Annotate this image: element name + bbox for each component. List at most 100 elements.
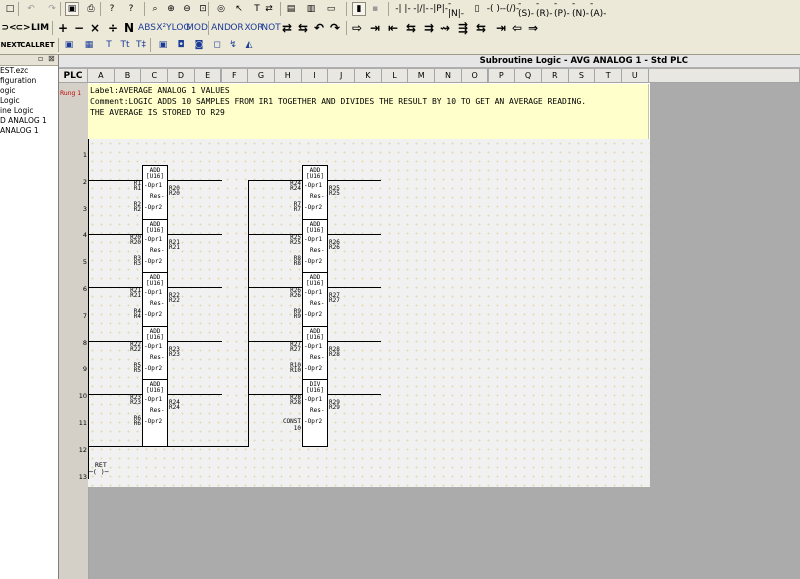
split-button[interactable]: ▥ [304, 2, 318, 16]
row-number: 9 [82, 365, 87, 374]
res-pin: Res- [310, 246, 325, 254]
save-button[interactable]: ▣ [65, 2, 79, 16]
function-button[interactable]: − [72, 21, 86, 35]
block-type: [U16] [145, 333, 165, 341]
tree-item[interactable]: ine Logic [0, 106, 58, 116]
new-file-button[interactable]: □ [3, 2, 17, 16]
mode-button[interactable]: ▭ [324, 2, 338, 16]
compare-op-button[interactable]: ⊃< [1, 21, 16, 35]
function-button[interactable]: OR [230, 21, 244, 35]
opr2-value: 10 [293, 425, 301, 433]
column-header-filler [648, 69, 800, 83]
function-button[interactable]: X²Y [155, 21, 173, 35]
function-button[interactable]: ◘ [174, 38, 188, 52]
program-flow-button[interactable]: NEXT [1, 38, 22, 52]
function-button[interactable]: ⇦ [510, 21, 524, 35]
rung-comment[interactable]: Label:AVERAGE ANALOG 1 VALUES Comment:LO… [88, 84, 649, 140]
function-button[interactable]: ⇉ [422, 21, 436, 35]
function-button[interactable]: ⇒ [526, 21, 540, 35]
function-button[interactable]: ⇄ [280, 21, 294, 35]
function-button[interactable]: ⇥ [368, 21, 382, 35]
function-button[interactable]: ▣ [62, 38, 76, 52]
compile-button[interactable]: ◎ [214, 2, 228, 16]
close-icon[interactable]: ⊠ [48, 54, 55, 63]
function-button[interactable]: ↷ [328, 21, 342, 35]
function-button[interactable]: ↯ [226, 38, 240, 52]
context-help-button[interactable]: ? [124, 2, 138, 16]
column-header: O [461, 69, 489, 83]
compare-op-button[interactable]: LIM [31, 21, 49, 35]
function-button[interactable]: + [56, 21, 70, 35]
help-button[interactable]: ? [105, 2, 119, 16]
tree-header: ▫ ⊠ [0, 54, 58, 66]
function-button[interactable]: ABS [138, 21, 156, 35]
tree-item[interactable]: ANALOG 1 [0, 126, 58, 136]
sim-button[interactable]: ▪ [368, 2, 382, 16]
coil-n-button[interactable]: -(N)- [572, 0, 590, 19]
program-flow-button[interactable]: RET [40, 38, 55, 52]
coil-a-button[interactable]: -(A)- [590, 0, 608, 19]
tree-item[interactable]: EST.ezc [0, 66, 58, 76]
program-flow-button[interactable]: CALL [20, 38, 39, 52]
function-button[interactable]: ⇥ [494, 21, 508, 35]
print-button[interactable]: ⎙ [84, 2, 98, 16]
label-button[interactable]: ▤ [284, 2, 298, 16]
restore-icon[interactable]: ▫ [38, 54, 43, 63]
function-button[interactable]: T [102, 38, 116, 52]
tree-item[interactable]: Logic [0, 96, 58, 106]
res-pin: Res- [150, 353, 165, 361]
function-button[interactable]: N [122, 21, 136, 35]
function-button[interactable]: Tt [118, 38, 132, 52]
editor-title: Subroutine Logic - AVG ANALOG 1 - Std PL… [59, 55, 800, 68]
opr1-value: R23 [130, 399, 141, 407]
tree-item[interactable]: figuration [0, 76, 58, 86]
column-header: M [408, 69, 436, 83]
contact-no-button[interactable]: -| |- [394, 2, 412, 16]
function-button[interactable]: ▦ [82, 38, 96, 52]
contact-n-button[interactable]: -|N|- [448, 0, 466, 19]
monitor-button[interactable]: ▮ [352, 2, 366, 16]
opr1-pin: -Opr1 [144, 342, 163, 350]
return-coil[interactable]: ─( )─ [89, 468, 109, 476]
function-button[interactable]: ◙ [192, 38, 206, 52]
function-button[interactable]: XOR [245, 21, 264, 35]
zoom-button[interactable]: ⌕ [148, 2, 162, 16]
function-button[interactable]: ◻ [210, 38, 224, 52]
tree-item[interactable]: D ANALOG 1 [0, 116, 58, 126]
function-button[interactable]: ◭ [242, 38, 256, 52]
function-button[interactable]: ⇆ [404, 21, 418, 35]
function-button[interactable]: ⇆ [474, 21, 488, 35]
res-value: R27 [329, 297, 340, 305]
coil-p-button[interactable]: -(P)- [554, 0, 572, 19]
undo-button[interactable]: ↶ [24, 2, 38, 16]
rung-label: Rung 1 [60, 90, 82, 97]
function-button[interactable]: ↶ [312, 21, 326, 35]
function-button[interactable]: ▣ [156, 38, 170, 52]
function-button[interactable]: × [88, 21, 102, 35]
coil-set-button[interactable]: -(S)- [518, 0, 536, 19]
function-block[interactable]: ADD [U16] -Opr1 Res- -Opr2 [142, 379, 168, 448]
rung-button[interactable]: ⇄ [262, 2, 276, 16]
function-button[interactable]: ⇨ [350, 21, 364, 35]
zoom-in-button[interactable]: ⊕ [164, 2, 178, 16]
compare-op-button[interactable]: ⊂> [15, 21, 30, 35]
function-button[interactable]: ⇤ [386, 21, 400, 35]
function-button[interactable]: ⇝ [438, 21, 452, 35]
function-button[interactable]: ÷ [106, 21, 120, 35]
select-button[interactable]: ↖ [232, 2, 246, 16]
function-button[interactable]: ⇶ [456, 21, 470, 35]
function-button[interactable]: MOD [186, 21, 208, 35]
function-button[interactable]: ⇆ [296, 21, 310, 35]
tree-item[interactable]: ogic [0, 86, 58, 96]
contact-nc-button[interactable]: -|/|- [412, 2, 430, 16]
redo-button[interactable]: ↷ [45, 2, 59, 16]
function-button[interactable]: AND [211, 21, 231, 35]
compare-button[interactable]: ▯ [470, 2, 484, 16]
opr2-value: R7 [293, 206, 301, 213]
function-button[interactable]: T‡ [134, 38, 148, 52]
function-block[interactable]: DIV [U16] -Opr1 Res- -Opr2 [302, 379, 328, 448]
function-button[interactable]: NOT [261, 21, 280, 35]
zoom-out-button[interactable]: ⊖ [180, 2, 194, 16]
coil-reset-button[interactable]: -(R)- [536, 0, 554, 19]
contact-p-button[interactable]: -|P|- [430, 2, 448, 16]
